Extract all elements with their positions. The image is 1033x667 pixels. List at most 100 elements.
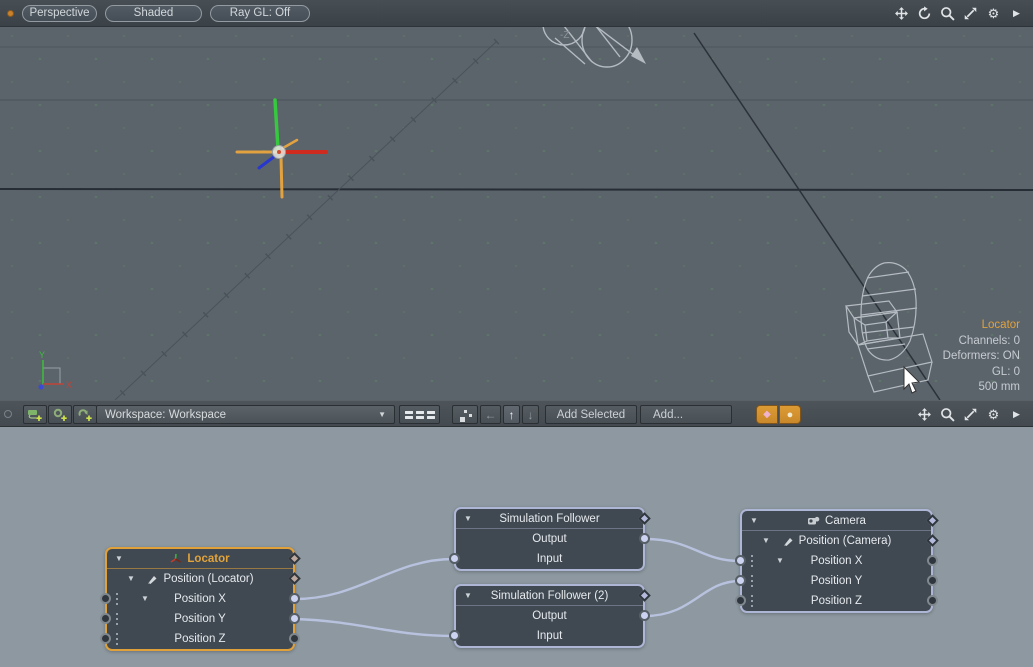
zoom-icon[interactable] — [939, 406, 956, 423]
node-header[interactable]: ▼ Simulation Follower — [456, 509, 643, 529]
output-label: Output — [532, 610, 567, 622]
nav-up-button[interactable]: ↑ — [503, 405, 520, 424]
output-port-connected[interactable] — [289, 613, 300, 624]
node-camera[interactable]: ▼ Camera ▼ Position (Camera) ▼ Position … — [740, 509, 933, 613]
layout-presets-button[interactable] — [399, 405, 440, 424]
panel-thumb-icon[interactable] — [4, 410, 12, 418]
channel-dots — [751, 555, 753, 568]
channel-pen-icon — [782, 536, 794, 547]
schematic-toolbar: Workspace: Workspace ▼ ← ↑ ↓ Add Selecte… — [0, 400, 1033, 427]
node-camera-header[interactable]: ▼ Camera — [742, 511, 931, 531]
gear-icon[interactable]: ⚙ — [985, 5, 1002, 22]
perspective-grid — [0, 33, 1033, 400]
output-port[interactable] — [927, 575, 938, 586]
workspace-dropdown[interactable]: Workspace: Workspace ▼ — [96, 405, 395, 424]
channel-row-position-z: Position Z — [107, 629, 293, 649]
gear-icon[interactable]: ⚙ — [985, 406, 1002, 423]
hud-channels: Channels: 0 — [943, 334, 1020, 350]
layout-grid-icon — [405, 411, 435, 419]
channel-row-position-y: Position Y — [107, 609, 293, 629]
raygl-button[interactable]: Ray GL: Off — [210, 5, 310, 22]
channel-group-row: ▼ Position (Locator) — [107, 569, 293, 589]
collapse-triangle-icon[interactable]: ▼ — [776, 556, 784, 565]
node-header[interactable]: ▼ Simulation Follower (2) — [456, 586, 643, 606]
workspace-dropdown-value: Workspace: Workspace — [105, 409, 226, 421]
panel-flyout-icon[interactable]: ▶ — [1008, 406, 1025, 423]
viewport-view-controls: ⚙ ▶ — [893, 0, 1025, 27]
channel-dots — [751, 595, 753, 608]
add-dropdown-button[interactable]: Add... — [640, 405, 732, 424]
viewport-header-bar: Perspective Shaded Ray GL: Off ⚙ ▶ — [0, 0, 1033, 27]
output-port[interactable] — [927, 595, 938, 606]
add-channel-button[interactable] — [73, 405, 97, 424]
viewport-thumb-icon[interactable] — [7, 10, 14, 17]
output-port-connected[interactable] — [289, 593, 300, 604]
node-locator[interactable]: ▼ Locator ▼ Position (Locator) ▼ Positio… — [105, 547, 295, 651]
output-label: Output — [532, 533, 567, 545]
3d-viewport[interactable]: -Z — [0, 0, 1033, 400]
gizmo-y-label: Y — [39, 350, 45, 360]
channel-dots — [116, 593, 118, 606]
node-locator-header[interactable]: ▼ Locator — [107, 549, 293, 569]
pan-icon[interactable] — [893, 5, 910, 22]
pan-icon[interactable] — [916, 406, 933, 423]
dot-indicator-icon: ● — [787, 409, 794, 421]
application-window: -Z — [0, 0, 1033, 667]
channel-group-row: ▼ Position (Camera) — [742, 531, 931, 551]
maximize-icon[interactable] — [962, 406, 979, 423]
diamond-indicator-icon: ◆ — [763, 409, 771, 420]
selection-info-hud: Locator Channels: 0 Deformers: ON GL: 0 … — [943, 318, 1020, 396]
zoom-icon[interactable] — [939, 5, 956, 22]
collapse-triangle-icon[interactable]: ▼ — [141, 594, 149, 603]
nav-down-button[interactable]: ↓ — [522, 405, 539, 424]
add-selected-button[interactable]: Add Selected — [545, 405, 637, 424]
input-port[interactable] — [100, 633, 111, 644]
input-port-connected[interactable] — [735, 575, 746, 586]
channel-dots — [116, 633, 118, 646]
solo-toggle-button[interactable]: ● — [779, 405, 801, 424]
camera-item-wireframe[interactable] — [846, 263, 932, 392]
input-port-connected[interactable] — [735, 555, 746, 566]
collapse-triangle-icon[interactable]: ▼ — [750, 516, 758, 525]
add-workspace-button[interactable] — [23, 405, 47, 424]
collapse-triangle-icon[interactable]: ▼ — [115, 554, 123, 563]
input-port[interactable] — [100, 593, 111, 604]
nav-back-button[interactable]: ← — [480, 405, 501, 424]
arrow-left-icon: ← — [485, 408, 497, 422]
channel-dots — [751, 575, 753, 588]
add-node-button[interactable] — [48, 405, 72, 424]
node-title: Simulation Follower (2) — [491, 590, 609, 602]
collapse-triangle-icon[interactable]: ▼ — [464, 514, 472, 523]
3d-scene[interactable]: -Z — [0, 27, 1033, 400]
collapse-triangle-icon[interactable]: ▼ — [127, 574, 135, 583]
output-port[interactable] — [927, 555, 938, 566]
collapse-triangle-icon[interactable]: ▼ — [762, 536, 770, 545]
chevron-down-icon: ▼ — [378, 410, 386, 419]
input-port-connected[interactable] — [449, 630, 460, 641]
channel-row-position-y: Position Y — [742, 571, 931, 591]
maximize-icon[interactable] — [962, 5, 979, 22]
node-simulation-follower-2[interactable]: ▼ Simulation Follower (2) Output Input — [454, 584, 645, 648]
hud-grid-size: 500 mm — [943, 380, 1020, 396]
input-port[interactable] — [100, 613, 111, 624]
input-port-connected[interactable] — [449, 553, 460, 564]
collapse-triangle-icon[interactable]: ▼ — [464, 591, 472, 600]
channel-row-position-x: ▼ Position X — [107, 589, 293, 609]
panel-flyout-icon[interactable]: ▶ — [1008, 5, 1025, 22]
output-port[interactable] — [289, 633, 300, 644]
auto-arrange-button[interactable] — [452, 405, 478, 424]
view-type-button[interactable]: Perspective — [22, 5, 97, 22]
arrange-dots-icon — [458, 409, 472, 421]
shading-mode-button[interactable]: Shaded — [105, 5, 202, 22]
hud-gl: GL: 0 — [943, 365, 1020, 381]
schematic-view-controls: ⚙ ▶ — [916, 401, 1025, 428]
rotate-icon[interactable] — [916, 5, 933, 22]
move-manipulator[interactable] — [237, 100, 326, 197]
node-simulation-follower[interactable]: ▼ Simulation Follower Output Input — [454, 507, 645, 571]
channel-label: Position Z — [811, 595, 862, 607]
output-port-connected[interactable] — [639, 610, 650, 621]
overlay-toggle-button[interactable]: ◆ — [756, 405, 778, 424]
output-port-connected[interactable] — [639, 533, 650, 544]
channel-group-label: Position (Locator) — [163, 573, 253, 585]
input-port[interactable] — [735, 595, 746, 606]
